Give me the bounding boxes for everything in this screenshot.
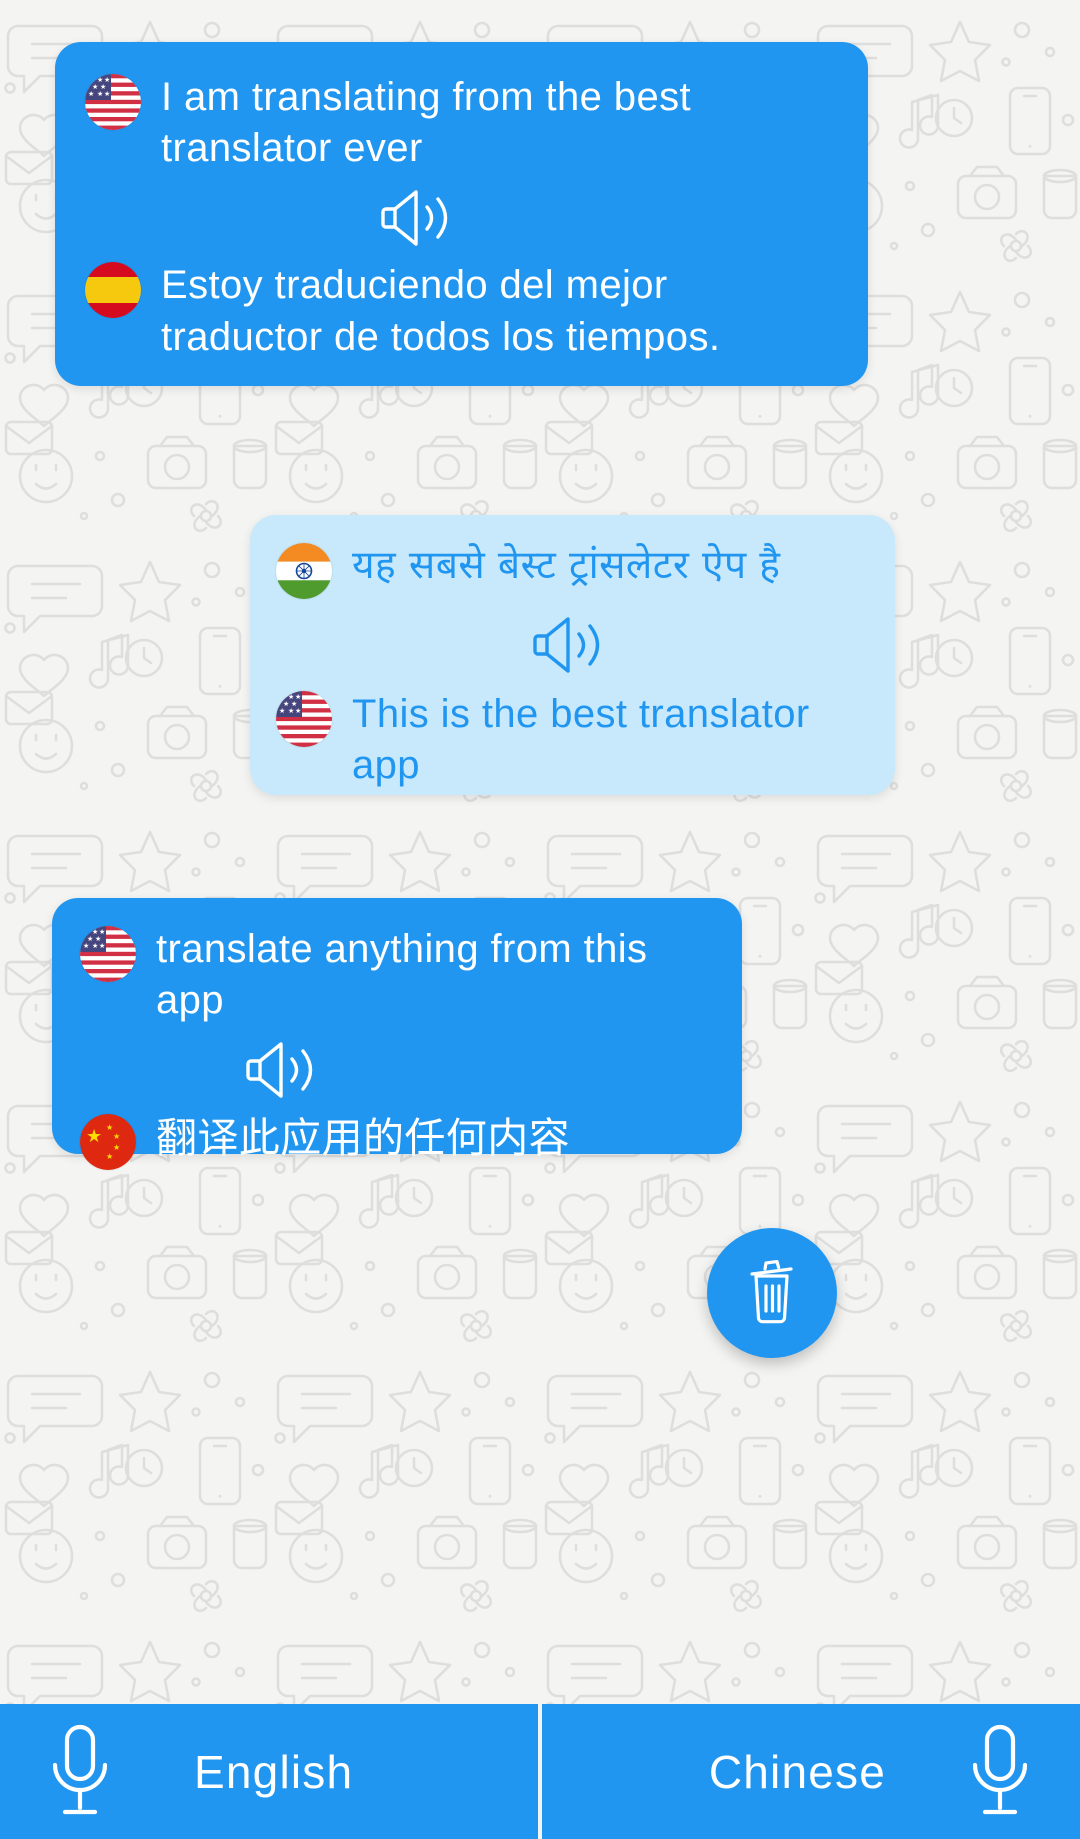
in-flag-icon — [276, 543, 332, 599]
speaker-row — [276, 609, 865, 681]
svg-text:★: ★ — [288, 707, 294, 715]
svg-text:★: ★ — [113, 1143, 120, 1152]
us-flag-icon: ★ ★ ★ ★ ★ ★ ★ ★ — [85, 74, 141, 130]
translation-card[interactable]: यह सबसे बेस्ट ट्रांसलेटर ऐप है ★ ★ ★ ★ ★… — [250, 515, 895, 795]
conversation-list: ★ ★ ★ ★ ★ ★ ★ ★ I am translating from the bes… — [0, 0, 1080, 1444]
svg-text:★: ★ — [104, 90, 110, 98]
us-flag-icon: ★ ★ ★ ★ ★ ★ ★ ★ — [276, 691, 332, 747]
target-text: This is the best translator app — [352, 692, 810, 788]
svg-text:★: ★ — [86, 1126, 102, 1147]
speaker-icon[interactable] — [520, 609, 612, 681]
svg-text:★: ★ — [99, 942, 105, 950]
target-text-row: ★ ★ ★ ★ ★ 翻译此应用的任何内容 — [80, 1112, 712, 1171]
svg-text:★: ★ — [97, 90, 103, 98]
svg-text:★: ★ — [83, 942, 89, 950]
svg-text:★: ★ — [88, 90, 94, 98]
source-text: यह सबसे बेस्ट ट्रांसलेटर ऐप है — [352, 543, 781, 588]
us-flag-icon: ★ ★ ★ ★ ★ ★ ★ ★ — [80, 926, 136, 982]
target-text-row: ★ ★ ★ ★ ★ ★ ★ ★ This is the best translator a… — [276, 689, 865, 791]
language-label-right: Chinese — [708, 1745, 886, 1798]
speak-english-button[interactable]: English — [0, 1704, 538, 1839]
source-text: I am translating from the best translato… — [161, 75, 692, 171]
speaker-row — [80, 1034, 712, 1106]
microphone-icon — [44, 1721, 116, 1822]
speaker-icon[interactable] — [233, 1034, 325, 1106]
trash-icon — [742, 1258, 802, 1329]
translation-card[interactable]: ★ ★ ★ ★ ★ ★ ★ ★ I am translating from the bes… — [55, 42, 868, 386]
svg-text:★: ★ — [106, 1152, 113, 1161]
speaker-icon[interactable] — [368, 182, 460, 254]
source-text-row: ★ ★ ★ ★ ★ ★ ★ ★ translate anything from this … — [80, 924, 712, 1026]
svg-text:★: ★ — [106, 1123, 113, 1132]
svg-text:★: ★ — [279, 707, 285, 715]
speak-chinese-button[interactable]: Chinese — [542, 1704, 1080, 1839]
source-text-row: यह सबसे बेस्ट ट्रांसलेटर ऐप है — [276, 541, 865, 599]
svg-text:★: ★ — [92, 942, 98, 950]
target-text: 翻译此应用的任何内容 — [156, 1114, 570, 1163]
language-label-left: English — [194, 1745, 354, 1798]
source-text: translate anything from this app — [156, 927, 648, 1023]
cn-flag-icon: ★ ★ ★ ★ ★ — [80, 1114, 136, 1171]
target-text: Estoy traduciendo del mejor traductor de… — [161, 263, 721, 359]
target-text-row: Estoy traduciendo del mejor traductor de… — [85, 260, 832, 362]
svg-text:★: ★ — [113, 1132, 120, 1141]
translation-card[interactable]: ★ ★ ★ ★ ★ ★ ★ ★ translate anything from this … — [52, 898, 742, 1171]
language-toolbar: English Chinese — [0, 1704, 1080, 1839]
svg-text:★: ★ — [295, 707, 301, 715]
source-text-row: ★ ★ ★ ★ ★ ★ ★ ★ I am translating from the bes… — [85, 72, 832, 174]
es-flag-icon — [85, 262, 141, 319]
speaker-row — [85, 182, 832, 254]
microphone-icon — [964, 1721, 1036, 1822]
clear-conversation-button[interactable] — [707, 1228, 837, 1358]
